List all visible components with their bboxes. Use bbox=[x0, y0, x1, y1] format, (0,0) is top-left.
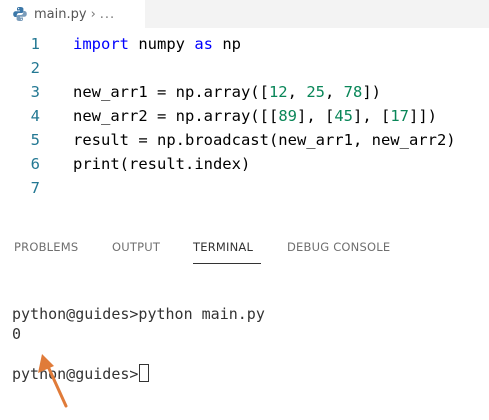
terminal-output: 0 bbox=[12, 325, 22, 343]
breadcrumb-separator: › bbox=[90, 6, 96, 22]
line-number: 4 bbox=[30, 107, 40, 125]
code-text: new_arr2 = np.array([[89], [45], [17]]) bbox=[73, 104, 437, 128]
code-token: new_arr2 = np.array([[ bbox=[73, 107, 279, 125]
code-token: new_arr1 = np.array([ bbox=[73, 83, 269, 101]
code-keyword: as bbox=[194, 35, 213, 53]
code-token: print(result.index) bbox=[73, 155, 251, 173]
line-number: 2 bbox=[30, 59, 40, 77]
code-line[interactable]: 3 new_arr1 = np.array([12, 25, 78]) bbox=[0, 80, 489, 104]
line-number: 5 bbox=[30, 131, 40, 149]
code-text: new_arr1 = np.array([12, 25, 78]) bbox=[73, 80, 381, 104]
code-text: import numpy as np bbox=[73, 32, 241, 56]
code-token: ], [ bbox=[296, 107, 335, 125]
line-number: 7 bbox=[30, 179, 40, 197]
code-line[interactable]: 7 bbox=[0, 176, 489, 200]
tab-terminal[interactable]: TERMINAL bbox=[193, 240, 253, 254]
code-token: numpy bbox=[129, 35, 195, 53]
terminal-prompt: python@guides> bbox=[12, 365, 139, 383]
code-number: 12 bbox=[268, 83, 288, 101]
code-line[interactable]: 6 print(result.index) bbox=[0, 152, 489, 176]
terminal-prompt-line: python@guides> bbox=[12, 364, 150, 384]
code-token: ]) bbox=[362, 83, 381, 101]
code-token: result = np.broadcast(new_arr1, new_arr2… bbox=[73, 131, 456, 149]
editor-tab-bar: main.py › ... bbox=[0, 0, 489, 28]
code-token: , bbox=[324, 83, 344, 101]
code-editor[interactable]: 1 import numpy as np 2 3 new_arr1 = np.array… bbox=[0, 28, 489, 220]
line-number: 6 bbox=[30, 155, 40, 173]
code-text: result = np.broadcast(new_arr1, new_arr2… bbox=[73, 128, 456, 152]
tab-output[interactable]: OUTPUT bbox=[112, 240, 160, 254]
code-text: print(result.index) bbox=[73, 152, 250, 176]
terminal-command-line: python@guides>python main.py bbox=[12, 305, 265, 323]
code-token: ], [ bbox=[352, 107, 391, 125]
vscode-window: main.py › ... 1 import numpy as np 2 3 new_a… bbox=[0, 0, 489, 420]
code-number: 78 bbox=[343, 83, 363, 101]
code-number: 25 bbox=[306, 83, 325, 101]
tab-debug-console[interactable]: DEBUG CONSOLE bbox=[287, 240, 390, 254]
code-number: 89 bbox=[278, 107, 297, 125]
code-number: 45 bbox=[334, 107, 353, 125]
code-token: , bbox=[287, 83, 307, 101]
active-tab-indicator bbox=[193, 263, 261, 264]
code-keyword: import bbox=[73, 35, 129, 53]
editor-tab-main-py[interactable]: main.py › ... bbox=[0, 0, 145, 28]
code-line[interactable]: 1 import numpy as np bbox=[0, 32, 489, 56]
python-file-icon bbox=[12, 6, 28, 22]
panel-tab-bar: PROBLEMS OUTPUT TERMINAL DEBUG CONSOLE bbox=[0, 230, 489, 264]
tab-problems[interactable]: PROBLEMS bbox=[14, 240, 78, 254]
terminal-cursor bbox=[139, 364, 150, 382]
code-token: ]]) bbox=[408, 107, 437, 125]
tab-filename: main.py bbox=[34, 6, 87, 22]
code-token: np bbox=[213, 35, 241, 53]
code-number: 17 bbox=[390, 107, 409, 125]
line-number: 1 bbox=[30, 35, 40, 53]
code-line[interactable]: 5 result = np.broadcast(new_arr1, new_arr… bbox=[0, 128, 489, 152]
code-line[interactable]: 4 new_arr2 = np.array([[89], [45], [17]]) bbox=[0, 104, 489, 128]
breadcrumb-more[interactable]: ... bbox=[100, 7, 115, 22]
code-line[interactable]: 2 bbox=[0, 56, 489, 80]
line-number: 3 bbox=[30, 83, 40, 101]
